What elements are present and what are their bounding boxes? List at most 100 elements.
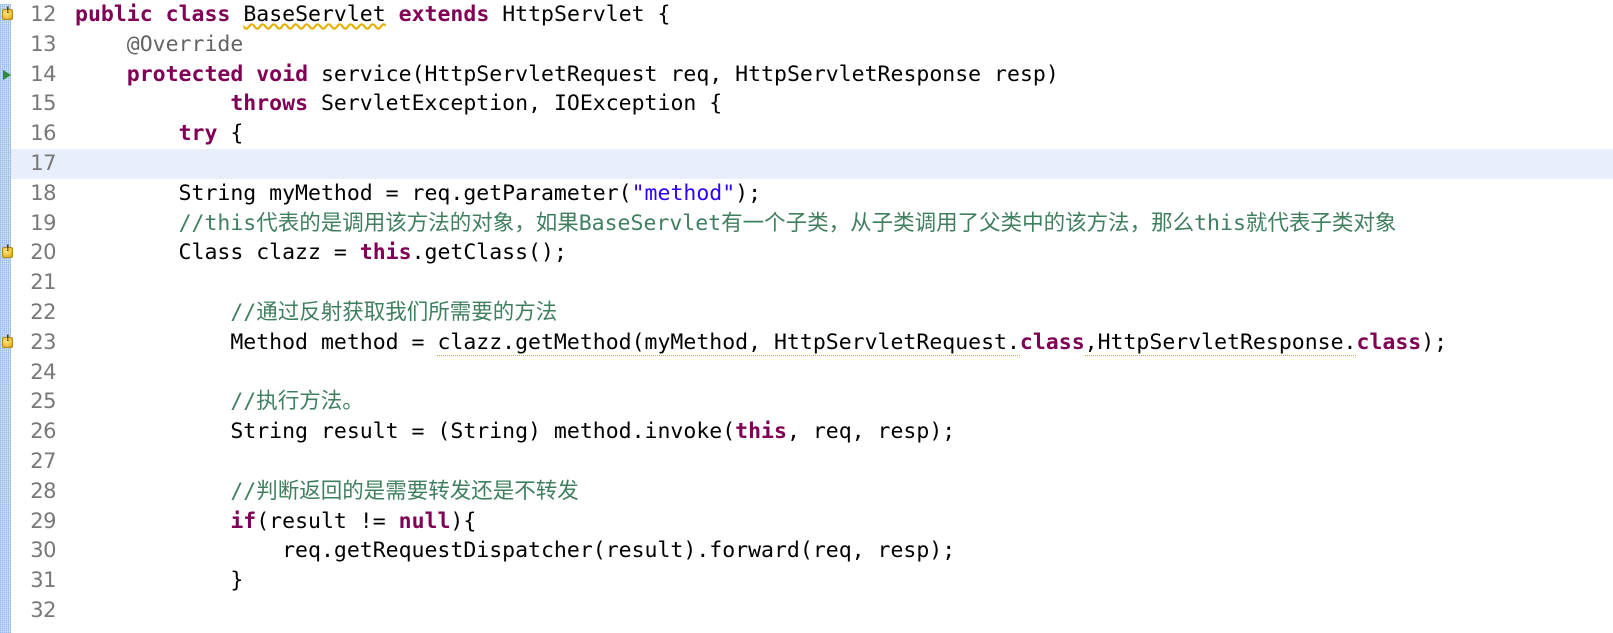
gutter-line-24[interactable]: 24	[11, 358, 58, 388]
gutter-line-31[interactable]: 31	[11, 566, 58, 596]
code-line[interactable]: req.getRequestDispatcher(result).forward…	[72, 536, 1613, 566]
annotation-ruler[interactable]	[0, 0, 11, 633]
override-arrow-icon[interactable]	[1, 67, 15, 81]
gutter-line-23[interactable]: 23	[1, 328, 58, 358]
code-token: public	[75, 2, 153, 27]
code-line[interactable]: String myMethod = req.getParameter("meth…	[72, 179, 1613, 209]
fold-column-row	[58, 536, 72, 566]
line-number: 26	[30, 419, 56, 444]
gutter-line-16[interactable]: 16	[11, 119, 58, 149]
code-token: try	[178, 121, 218, 147]
code-token: }	[75, 568, 244, 594]
code-token: , req, resp);	[786, 419, 956, 445]
folding-column[interactable]	[58, 0, 72, 633]
gutter-line-19[interactable]: 19	[11, 209, 58, 239]
gutter-line-22[interactable]: 22	[11, 298, 58, 328]
gutter-line-29[interactable]: 29	[11, 507, 58, 537]
gutter-line-17[interactable]: 17	[11, 148, 58, 179]
code-token: ServletException, IOException {	[308, 91, 723, 117]
code-line[interactable]: if(result != null){	[72, 507, 1613, 537]
line-number: 30	[30, 538, 56, 563]
line-number: 24	[30, 359, 56, 384]
code-token: throws	[230, 91, 309, 117]
code-token: String result = (String) method.invoke(	[75, 419, 736, 445]
gutter-line-14[interactable]: 14	[3, 60, 58, 90]
code-line[interactable]	[72, 447, 1613, 477]
code-token: void	[256, 61, 309, 87]
gutter-line-28[interactable]: 28	[11, 477, 58, 507]
gutter-line-20[interactable]: 20	[1, 238, 58, 268]
line-number: 22	[30, 299, 56, 324]
code-line[interactable]: throws ServletException, IOException {	[72, 89, 1613, 119]
code-line[interactable]: public class BaseServlet extends HttpSer…	[72, 0, 1613, 30]
gutter-line-25[interactable]: 25	[11, 387, 58, 417]
code-token: class	[165, 2, 231, 27]
warning-marker-icon[interactable]	[1, 335, 15, 350]
code-line[interactable]: //判断返回的是需要转发还是不转发	[72, 477, 1613, 507]
line-number: 17	[30, 150, 56, 175]
code-line[interactable]: //执行方法。	[72, 387, 1613, 417]
gutter-line-26[interactable]: 26	[11, 417, 58, 447]
fold-column-row	[58, 298, 72, 328]
code-line[interactable]: @Override	[72, 30, 1613, 60]
code-token: HttpServlet {	[502, 2, 671, 27]
code-line[interactable]: try {	[72, 119, 1613, 149]
line-number: 16	[30, 121, 56, 146]
code-token: );	[735, 180, 762, 206]
code-line[interactable]: Method method = clazz.getMethod(myMethod…	[72, 328, 1613, 358]
gutter-line-30[interactable]: 30	[11, 536, 58, 566]
code-token: .getClass();	[411, 240, 567, 266]
code-token: String myMethod = req.getParameter(	[75, 180, 632, 206]
code-line[interactable]: //通过反射获取我们所需要的方法	[72, 298, 1613, 328]
gutter-line-15[interactable]: 15	[11, 89, 58, 119]
line-number: 20	[30, 240, 56, 265]
code-line[interactable]: }	[72, 566, 1613, 596]
line-number: 32	[30, 597, 56, 622]
gutter-line-12[interactable]: 12	[1, 0, 58, 30]
fold-column-row	[58, 209, 72, 239]
code-token: protected	[126, 61, 244, 87]
code-line[interactable]	[72, 596, 1613, 626]
code-line[interactable]	[72, 148, 1613, 179]
line-number: 21	[30, 270, 56, 295]
fold-column-row	[58, 119, 72, 149]
code-token: ){	[450, 508, 477, 534]
gutter-line-21[interactable]: 21	[11, 268, 58, 298]
line-number-gutter[interactable]: 12 13 14 15 16 17 18 19 20 21 22 23 24 25 26 27 28 29 30 31…	[1, 0, 70, 633]
annotation-ruler-top	[0, 0, 11, 4]
code-line[interactable]: protected void service(HttpServletReques…	[72, 60, 1613, 90]
fold-column-row	[58, 417, 72, 447]
code-editor: 12 13 14 15 16 17 18 19 20 21 22 23 24 25 26 27 28 29 30 31…	[0, 0, 1613, 633]
code-token: {	[217, 121, 244, 147]
code-token: this	[359, 240, 412, 266]
code-text-area[interactable]: public class BaseServlet extends HttpSer…	[72, 0, 1613, 633]
gutter-line-13[interactable]: 13	[11, 30, 70, 60]
code-token: class	[1356, 329, 1422, 355]
line-number: 28	[30, 478, 56, 503]
code-token: req.getRequestDispatcher(result).forward…	[75, 538, 956, 564]
line-number: 15	[30, 91, 56, 116]
gutter-line-27[interactable]: 27	[11, 447, 58, 477]
code-token: //判断返回的是需要转发还是不转发	[230, 478, 579, 504]
gutter-line-32[interactable]: 32	[11, 596, 58, 626]
fold-column-row	[58, 268, 72, 298]
code-token: Class clazz =	[75, 240, 360, 266]
code-line[interactable]	[72, 268, 1613, 298]
code-line[interactable]: //this代表的是调用该方法的对象，如果BaseServlet有一个子类，从子…	[72, 209, 1613, 239]
code-line[interactable]	[72, 358, 1613, 388]
code-line[interactable]: Class clazz = this.getClass();	[72, 238, 1613, 268]
code-line[interactable]: String result = (String) method.invoke(t…	[72, 417, 1613, 447]
code-token: "method"	[631, 180, 736, 206]
warning-marker-icon[interactable]	[1, 245, 15, 260]
gutter-line-18[interactable]: 18	[11, 179, 58, 209]
fold-column-row	[58, 566, 72, 596]
warning-marker-icon[interactable]	[1, 7, 15, 22]
